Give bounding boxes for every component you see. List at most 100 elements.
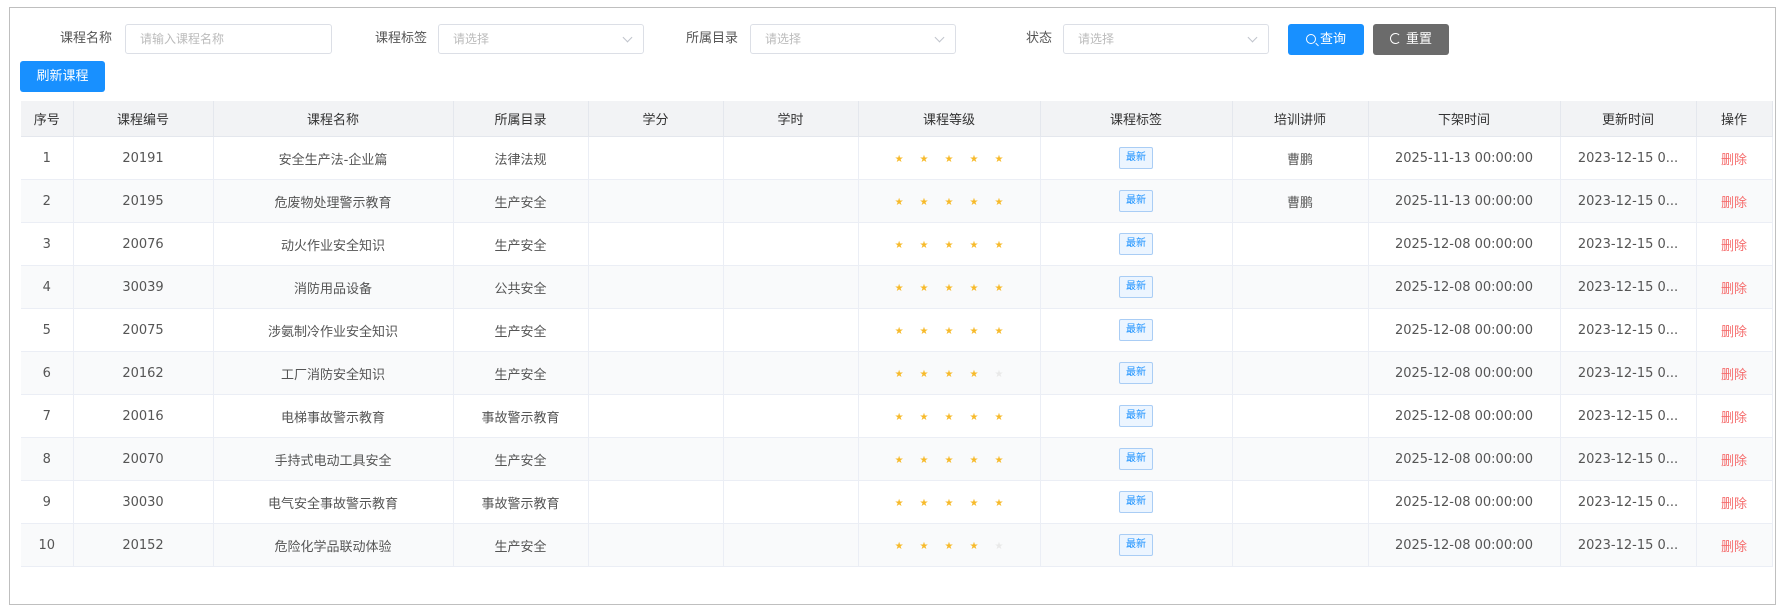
cell-offline: 2025-12-08 00:00:00: [1368, 308, 1561, 352]
chevron-down-icon: [622, 32, 633, 43]
reset-button[interactable]: 重置: [1373, 24, 1449, 55]
course-management-panel: 课程名称 请输入课程名称 课程标签 请选择 所属目录 请选择 状态 请选择 查询…: [9, 7, 1776, 605]
cell-level: ★ ★ ★ ★ ★: [858, 437, 1041, 481]
cell-offline: 2025-12-08 00:00:00: [1368, 351, 1561, 395]
star-icon: ★: [994, 497, 1004, 509]
cell-updated: 2023-12-15 0...: [1560, 136, 1697, 180]
table-row[interactable]: 9 30030 电气安全事故警示教育 事故警示教育 ★ ★ ★ ★ ★ 最新 2025-12-08 …: [21, 480, 1773, 524]
cell-code: 20076: [73, 222, 214, 266]
cell-code: 20162: [73, 351, 214, 395]
cell-name: 危废物处理警示教育: [213, 179, 454, 223]
cell-hours: [723, 394, 859, 438]
cell-index: 6: [21, 351, 74, 395]
delete-link[interactable]: 删除: [1721, 196, 1747, 211]
table-row[interactable]: 6 20162 工厂消防安全知识 生产安全 ★ ★ ★ ★ ★ 最新 2025-12-08 00:0…: [21, 351, 1773, 395]
delete-link[interactable]: 删除: [1721, 325, 1747, 340]
cell-level: ★ ★ ★ ★ ★: [858, 523, 1041, 567]
cell-name: 工厂消防安全知识: [213, 351, 454, 395]
delete-link[interactable]: 删除: [1721, 282, 1747, 297]
star-icon: ★: [969, 497, 979, 509]
cell-hours: [723, 351, 859, 395]
column-header: 下架时间: [1368, 101, 1561, 137]
column-header: 所属目录: [453, 101, 589, 137]
status-select[interactable]: 请选择: [1063, 24, 1269, 54]
cell-offline: 2025-12-08 00:00:00: [1368, 523, 1561, 567]
chevron-down-icon: [934, 32, 945, 43]
table-row[interactable]: 4 30039 消防用品设备 公共安全 ★ ★ ★ ★ ★ 最新 2025-12-08 00:00:…: [21, 265, 1773, 309]
course-tag-select[interactable]: 请选择: [438, 24, 644, 54]
delete-link[interactable]: 删除: [1721, 540, 1747, 555]
cell-code: 20016: [73, 394, 214, 438]
delete-link[interactable]: 删除: [1721, 153, 1747, 168]
cell-name: 动火作业安全知识: [213, 222, 454, 266]
delete-link[interactable]: 删除: [1721, 454, 1747, 469]
star-icon: ★: [944, 497, 954, 509]
star-icon: ★: [944, 411, 954, 423]
cell-level: ★ ★ ★ ★ ★: [858, 394, 1041, 438]
course-table: 序号 课程编号 课程名称 所属目录 学分 学时 课程等级 课程标签 培训讲师 下架时间 更新时间 操作…: [21, 101, 1773, 567]
query-button[interactable]: 查询: [1288, 24, 1364, 55]
cell-hours: [723, 265, 859, 309]
cell-dir: 生产安全: [453, 308, 589, 352]
column-header: 课程标签: [1040, 101, 1233, 137]
course-tag-badge: 最新: [1119, 319, 1153, 341]
delete-link[interactable]: 删除: [1721, 239, 1747, 254]
cell-teacher: 曹鹏: [1232, 179, 1369, 223]
star-icon: ★: [919, 368, 929, 380]
cell-action: 删除: [1696, 523, 1773, 567]
cell-offline: 2025-12-08 00:00:00: [1368, 394, 1561, 438]
star-icon: ★: [969, 454, 979, 466]
directory-select[interactable]: 请选择: [750, 24, 956, 54]
cell-action: 删除: [1696, 179, 1773, 223]
directory-placeholder: 请选择: [765, 32, 802, 46]
table-row[interactable]: 8 20070 手持式电动工具安全 生产安全 ★ ★ ★ ★ ★ 最新 2025-12-08 00:…: [21, 437, 1773, 481]
cell-dir: 生产安全: [453, 179, 589, 223]
cell-dir: 生产安全: [453, 222, 589, 266]
directory-label: 所属目录: [686, 31, 739, 46]
cell-level: ★ ★ ★ ★ ★: [858, 308, 1041, 352]
cell-code: 20191: [73, 136, 214, 180]
cell-credit: [588, 308, 724, 352]
table-row[interactable]: 1 20191 安全生产法-企业篇 法律法规 ★ ★ ★ ★ ★ 最新 曹鹏 2025-11-13 0…: [21, 136, 1773, 180]
cell-level: ★ ★ ★ ★ ★: [858, 136, 1041, 180]
delete-link[interactable]: 删除: [1721, 411, 1747, 426]
table-row[interactable]: 5 20075 涉氨制冷作业安全知识 生产安全 ★ ★ ★ ★ ★ 最新 2025-12-08 00…: [21, 308, 1773, 352]
cell-hours: [723, 523, 859, 567]
cell-offline: 2025-11-13 00:00:00: [1368, 179, 1561, 223]
column-header: 学分: [588, 101, 724, 137]
star-icon: ★: [944, 325, 954, 337]
course-tag-badge: 最新: [1119, 147, 1153, 169]
course-tag-badge: 最新: [1119, 534, 1153, 556]
cell-tag: 最新: [1040, 222, 1233, 266]
star-icon: ★: [994, 325, 1004, 337]
cell-offline: 2025-12-08 00:00:00: [1368, 265, 1561, 309]
chevron-down-icon: [1247, 32, 1258, 43]
cell-level: ★ ★ ★ ★ ★: [858, 179, 1041, 223]
table-row[interactable]: 7 20016 电梯事故警示教育 事故警示教育 ★ ★ ★ ★ ★ 最新 2025-12-08 00…: [21, 394, 1773, 438]
reset-button-label: 重置: [1405, 32, 1432, 47]
column-header: 培训讲师: [1232, 101, 1369, 137]
refresh-courses-button[interactable]: 刷新课程: [20, 61, 105, 92]
cell-updated: 2023-12-15 0...: [1560, 308, 1697, 352]
cell-action: 删除: [1696, 437, 1773, 481]
course-name-input[interactable]: 请输入课程名称: [125, 24, 332, 54]
star-icon: ★: [969, 239, 979, 251]
star-icon: ★: [994, 239, 1004, 251]
star-icon: ★: [944, 368, 954, 380]
cell-tag: 最新: [1040, 179, 1233, 223]
cell-credit: [588, 136, 724, 180]
cell-code: 20070: [73, 437, 214, 481]
cell-action: 删除: [1696, 394, 1773, 438]
course-tag-label: 课程标签: [375, 31, 428, 46]
cell-level: ★ ★ ★ ★ ★: [858, 351, 1041, 395]
cell-hours: [723, 480, 859, 524]
cell-updated: 2023-12-15 0...: [1560, 179, 1697, 223]
cell-action: 删除: [1696, 136, 1773, 180]
table-row[interactable]: 10 20152 危险化学品联动体验 生产安全 ★ ★ ★ ★ ★ 最新 2025-12-08 00…: [21, 523, 1773, 567]
delete-link[interactable]: 删除: [1721, 497, 1747, 512]
table-row[interactable]: 3 20076 动火作业安全知识 生产安全 ★ ★ ★ ★ ★ 最新 2025-12-08 00:0…: [21, 222, 1773, 266]
star-icon: ★: [994, 454, 1004, 466]
cell-teacher: [1232, 437, 1369, 481]
table-row[interactable]: 2 20195 危废物处理警示教育 生产安全 ★ ★ ★ ★ ★ 最新 曹鹏 2025-11-13 0…: [21, 179, 1773, 223]
delete-link[interactable]: 删除: [1721, 368, 1747, 383]
